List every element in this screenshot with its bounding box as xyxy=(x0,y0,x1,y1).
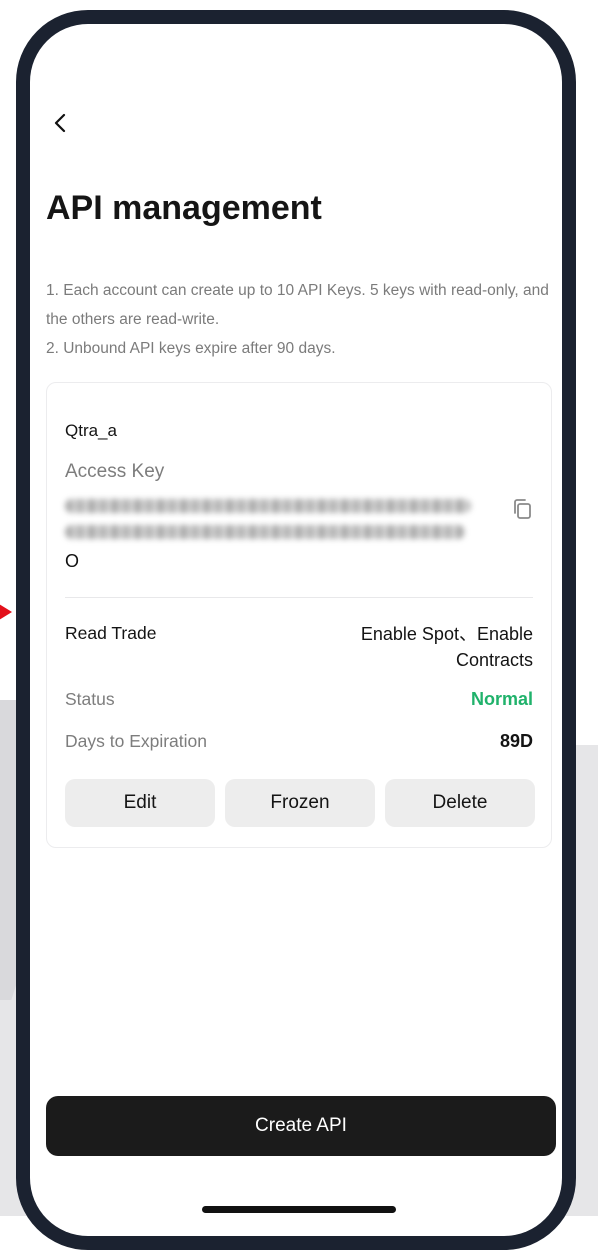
permission-label: Read Trade xyxy=(65,623,157,643)
delete-button[interactable]: Delete xyxy=(385,779,535,827)
annotation-arrow xyxy=(0,596,12,628)
page-title: API management xyxy=(46,189,322,227)
status-value: Normal xyxy=(470,689,533,709)
phone-screen: API management 1. Each account can creat… xyxy=(30,24,562,1236)
notice-line-1: 1. Each account can create up to 10 API … xyxy=(46,282,549,328)
copy-icon[interactable] xyxy=(510,497,534,521)
expiration-value: 89D xyxy=(499,731,533,751)
phone-frame: API management 1. Each account can creat… xyxy=(16,10,576,1250)
edit-button[interactable]: Edit xyxy=(65,779,215,827)
access-key-value-blurred xyxy=(65,495,471,543)
permission-value: Enable Spot、Enable Contracts xyxy=(360,624,533,670)
expiration-label: Days to Expiration xyxy=(65,731,208,751)
access-key-label: Access Key xyxy=(65,461,165,482)
frozen-button[interactable]: Frozen xyxy=(225,779,375,827)
access-key-value-tail: O xyxy=(65,551,80,571)
api-limit-notice: 1. Each account can create up to 10 API … xyxy=(46,276,556,363)
create-api-button[interactable]: Create API xyxy=(46,1096,556,1156)
api-key-card: Qtra_a Access Key O Read Trade Enable Sp… xyxy=(46,382,552,848)
chevron-left-icon[interactable] xyxy=(50,112,72,134)
api-key-name: Qtra_a xyxy=(65,421,117,440)
status-label: Status xyxy=(65,689,115,709)
notice-line-2: 2. Unbound API keys expire after 90 days… xyxy=(46,340,336,357)
home-indicator xyxy=(202,1206,396,1213)
card-divider xyxy=(65,597,533,598)
